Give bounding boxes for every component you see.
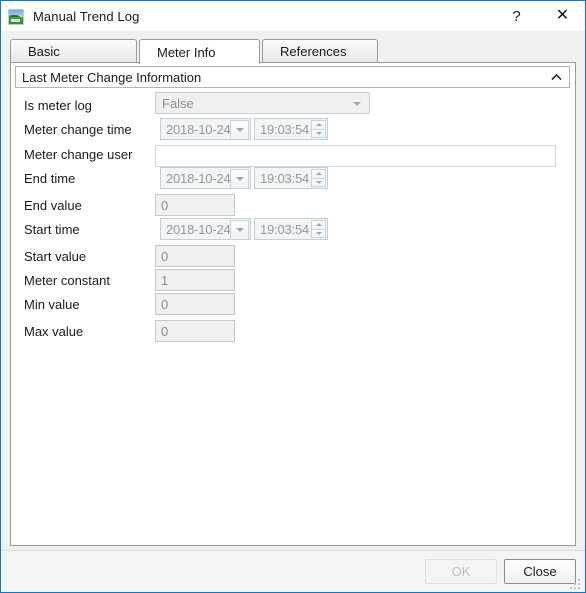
tab-label: References	[280, 43, 347, 59]
calendar-dropdown-icon[interactable]	[230, 120, 249, 140]
close-button[interactable]: Close	[504, 559, 576, 584]
tab-references[interactable]: References	[262, 39, 378, 62]
spinner-down-icon[interactable]	[311, 178, 326, 187]
tab-label: Meter Info	[157, 44, 216, 60]
group-header-last-meter-change[interactable]: Last Meter Change Information	[15, 66, 570, 88]
ok-button[interactable]: OK	[425, 559, 497, 584]
start-value-text: 0	[161, 248, 169, 264]
label-is-meter-log: Is meter log	[24, 97, 92, 113]
trend-log-app-icon	[8, 8, 24, 25]
chevron-up-icon[interactable]	[551, 72, 562, 83]
label-meter-change-time: Meter change time	[24, 121, 132, 137]
min-value-field[interactable]: 0	[155, 293, 235, 315]
meter-change-time-time-picker[interactable]: 19:03:54	[254, 118, 328, 140]
group-title: Last Meter Change Information	[22, 69, 202, 85]
title-bar: Manual Trend Log ? ✕	[1, 1, 585, 31]
is-meter-log-value: False	[162, 95, 194, 111]
question-mark-icon: ?	[512, 7, 521, 25]
min-value-text: 0	[161, 296, 169, 312]
label-end-value: End value	[24, 197, 82, 213]
dialog-footer: OK Close	[1, 550, 585, 592]
tab-meter-info[interactable]: Meter Info	[139, 39, 260, 64]
time-spinner[interactable]	[311, 169, 326, 187]
label-meter-constant: Meter constant	[24, 272, 110, 288]
tab-basic[interactable]: Basic	[10, 39, 137, 62]
start-time-time-value: 19:03:54	[260, 221, 310, 237]
end-time-time-value: 19:03:54	[260, 170, 310, 186]
ok-button-label: OK	[451, 564, 471, 579]
calendar-dropdown-icon[interactable]	[230, 169, 249, 189]
meter-change-time-time-value: 19:03:54	[260, 121, 310, 137]
end-value-field[interactable]: 0	[155, 194, 235, 216]
start-time-date-value: 2018-10-24	[166, 221, 231, 237]
end-time-date-value: 2018-10-24	[166, 170, 231, 186]
close-icon: ✕	[555, 7, 570, 24]
label-start-time: Start time	[24, 221, 80, 237]
tab-panel-meter-info: Last Meter Change Information Is meter l…	[10, 62, 576, 546]
dialog-window: Manual Trend Log ? ✕ Basic Meter Info Re…	[0, 0, 586, 593]
max-value-field[interactable]: 0	[155, 320, 235, 342]
spinner-down-icon[interactable]	[311, 229, 326, 238]
tab-strip: Basic Meter Info References	[10, 39, 576, 64]
end-time-date-picker[interactable]: 2018-10-24	[160, 167, 251, 189]
is-meter-log-combobox[interactable]: False	[155, 92, 370, 114]
label-max-value: Max value	[24, 323, 84, 339]
meter-constant-text: 1	[161, 272, 169, 288]
time-spinner[interactable]	[311, 120, 326, 138]
spinner-up-icon[interactable]	[311, 220, 326, 230]
spinner-up-icon[interactable]	[311, 120, 326, 130]
tab-label: Basic	[28, 43, 60, 59]
spinner-down-icon[interactable]	[311, 129, 326, 138]
meter-change-time-date-value: 2018-10-24	[166, 121, 231, 137]
meter-constant-field[interactable]: 1	[155, 269, 235, 291]
help-button[interactable]: ?	[494, 1, 539, 31]
label-start-value: Start value	[24, 248, 87, 264]
resize-grip-icon[interactable]	[569, 578, 582, 591]
window-title: Manual Trend Log	[33, 8, 140, 24]
close-button-label: Close	[523, 564, 557, 579]
chevron-down-icon	[353, 102, 361, 106]
start-value-field[interactable]: 0	[155, 245, 235, 267]
label-end-time: End time	[24, 170, 76, 186]
start-time-date-picker[interactable]: 2018-10-24	[160, 218, 251, 240]
end-time-time-picker[interactable]: 19:03:54	[254, 167, 328, 189]
end-value-text: 0	[161, 197, 169, 213]
meter-change-time-date-picker[interactable]: 2018-10-24	[160, 118, 251, 140]
spinner-up-icon[interactable]	[311, 169, 326, 179]
meter-change-user-input[interactable]	[155, 145, 556, 167]
max-value-text: 0	[161, 323, 169, 339]
time-spinner[interactable]	[311, 220, 326, 238]
calendar-dropdown-icon[interactable]	[230, 220, 249, 240]
label-meter-change-user: Meter change user	[24, 146, 133, 162]
close-window-button[interactable]: ✕	[540, 1, 585, 31]
start-time-time-picker[interactable]: 19:03:54	[254, 218, 328, 240]
label-min-value: Min value	[24, 296, 80, 312]
